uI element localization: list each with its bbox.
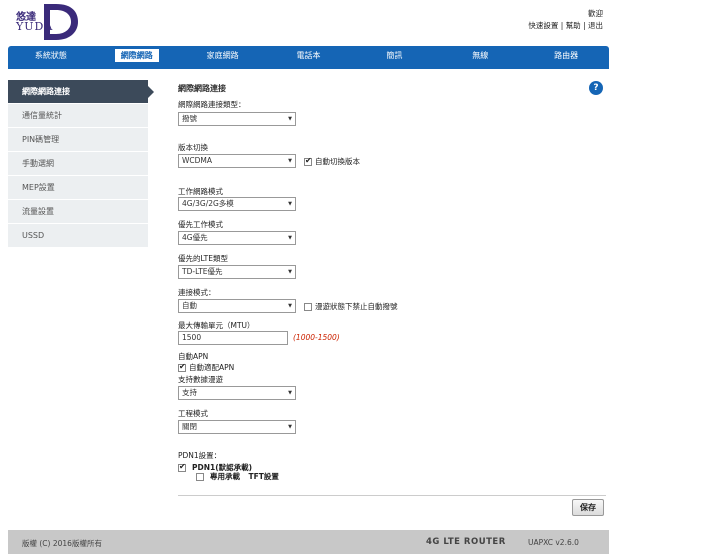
save-button[interactable]: 保存 [572, 499, 604, 516]
help-icon[interactable]: ? [589, 81, 603, 95]
sidebar-item-traffic-stats[interactable]: 通信量統計 [8, 104, 148, 128]
dedicated-bearer-label: 專用承載 [210, 472, 240, 481]
eng-mode-label: 工程模式 [178, 409, 208, 418]
product-name: 4G LTE ROUTER [426, 537, 506, 547]
pdn-label: PDN1設置： [178, 451, 222, 460]
auto-switch-checkbox[interactable] [304, 156, 312, 166]
logo-english: YUDA [16, 20, 54, 33]
work-mode-label: 工作網路模式 [178, 187, 223, 196]
auto-switch-label: 自動切換版本 [315, 157, 360, 166]
auto-apn-checkbox[interactable] [178, 362, 186, 372]
nav-router[interactable]: 路由器 [523, 46, 609, 66]
nav-system-status[interactable]: 系統狀態 [8, 46, 94, 66]
sidebar-item-data-settings[interactable]: 流量設置 [8, 200, 148, 224]
roaming-label: 漫遊狀態下禁止自動撥號 [315, 302, 398, 311]
conn-type-select[interactable]: 撥號 [178, 112, 296, 126]
sidebar-item-pin-management[interactable]: PIN碼管理 [8, 128, 148, 152]
nav-internet[interactable]: 網際網路 [94, 46, 180, 66]
dedicated-bearer-checkbox[interactable] [196, 472, 204, 481]
sidebar-item-manual-network[interactable]: 手動選網 [8, 152, 148, 176]
page-title: 網際網路連接 [178, 84, 226, 93]
auto-apn-label: 自動APN [178, 352, 209, 361]
nav-underline [8, 66, 609, 69]
nav-phonebook[interactable]: 電話本 [266, 46, 352, 66]
connect-mode-label: 連接模式： [178, 288, 216, 297]
main-nav: 系統狀態 網際網路 家庭網路 電話本 簡訊 無線 路由器 [8, 46, 609, 66]
nav-home-network[interactable]: 家庭網路 [180, 46, 266, 66]
pdn1-checkbox[interactable] [178, 462, 186, 472]
version-label: 版本切換 [178, 143, 208, 152]
footer: 版權 (C) 2016版權所有 4G LTE ROUTER UAPXC v2.6… [8, 530, 609, 554]
mtu-range: (1000-1500) [293, 333, 340, 342]
mtu-input[interactable]: 1500 [178, 331, 288, 345]
nav-sms[interactable]: 簡訊 [351, 46, 437, 66]
eng-mode-select[interactable]: 關閉 [178, 420, 296, 434]
welcome-text: 歡迎 [588, 9, 603, 18]
lte-type-label: 優先的LTE類型 [178, 254, 228, 263]
mtu-label: 最大傳輸單元（MTU） [178, 321, 255, 330]
header-links: 歡迎 快速設置 | 幫助 | 退出 [528, 8, 603, 32]
tft-settings-link[interactable]: TFT設置 [249, 472, 279, 481]
quick-setup-link[interactable]: 快速設置 [528, 21, 558, 30]
copyright-text: 版權 (C) 2016版權所有 [22, 539, 102, 548]
priority-label: 優先工作模式 [178, 220, 223, 229]
data-roaming-label: 支持數據漫遊 [178, 375, 223, 384]
sidebar-item-internet-connection[interactable]: 網際網路連接 [8, 80, 154, 104]
roaming-checkbox[interactable] [304, 302, 312, 311]
form-divider [178, 495, 606, 496]
firmware-version: UAPXC v2.6.0 [528, 538, 579, 547]
work-mode-select[interactable]: 4G/3G/2G多模 [178, 197, 296, 211]
brand-logo: 悠達 YUDA [10, 2, 80, 40]
logout-link[interactable]: 退出 [588, 21, 603, 30]
lte-type-select[interactable]: TD-LTE優先 [178, 265, 296, 279]
priority-select[interactable]: 4G優先 [178, 231, 296, 245]
connect-mode-select[interactable]: 自動 [178, 299, 296, 313]
header-separator: | [560, 21, 564, 30]
conn-type-label: 網際網路連接類型： [178, 100, 246, 109]
sidebar: 網際網路連接 通信量統計 PIN碼管理 手動選網 MEP設置 流量設置 USSD [8, 80, 154, 248]
auto-apn-check-label: 自動適配APN [189, 363, 235, 372]
header-separator: | [583, 21, 586, 30]
sidebar-item-ussd[interactable]: USSD [8, 224, 148, 248]
nav-wireless[interactable]: 無線 [437, 46, 523, 66]
version-select[interactable]: WCDMA [178, 154, 296, 168]
sidebar-item-mep-settings[interactable]: MEP設置 [8, 176, 148, 200]
help-link[interactable]: 幫助 [566, 21, 581, 30]
data-roaming-select[interactable]: 支持 [178, 386, 296, 400]
